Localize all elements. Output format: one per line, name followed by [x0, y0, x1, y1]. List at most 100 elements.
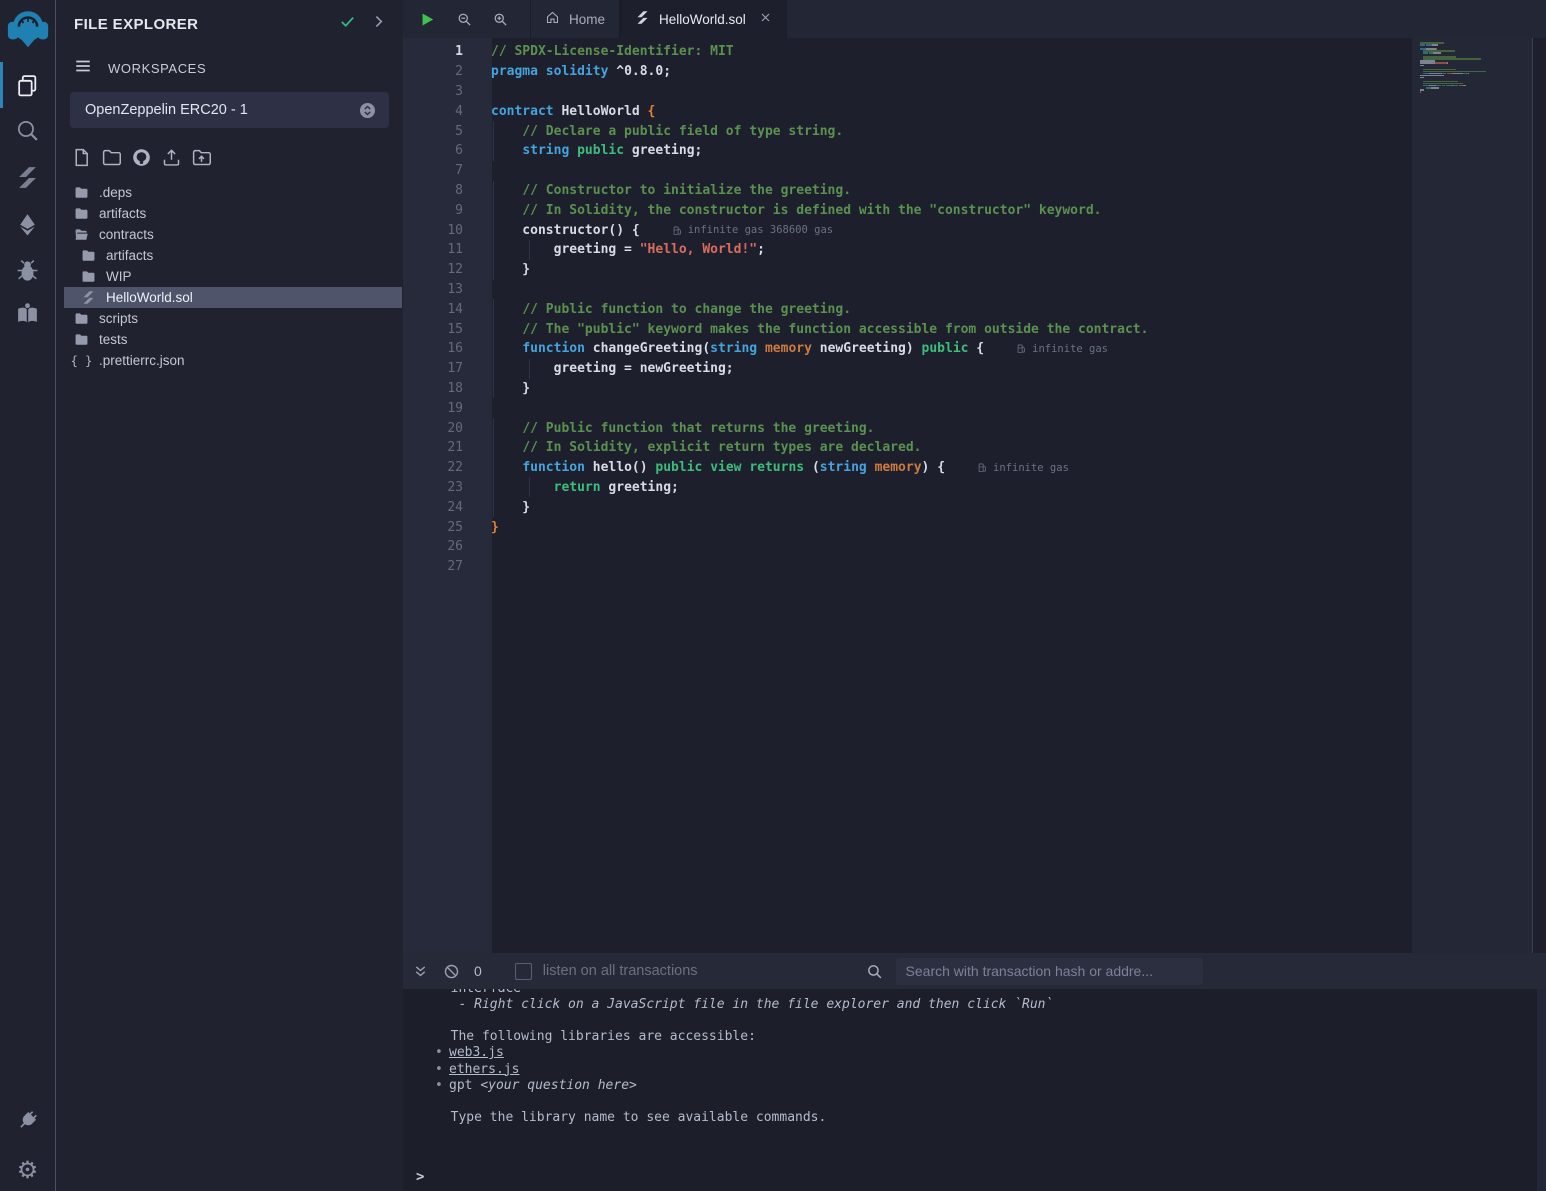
code-line: 3 [403, 82, 1412, 102]
terminal-line [435, 1012, 1546, 1028]
terminal-line: Type the library name to see available c… [435, 1110, 1546, 1126]
remix-ide-window: ⚙ FILE EXPLORER WORKSPACES OpenZeppelin … [0, 0, 1546, 1191]
transaction-count-badge: 0 [474, 963, 482, 979]
workspaces-label: WORKSPACES [108, 61, 206, 76]
tree-item-helloworld-sol[interactable]: HelloWorld.sol [64, 287, 402, 308]
upload-folder-icon[interactable] [191, 147, 212, 173]
close-tab-icon[interactable] [759, 11, 772, 27]
github-icon[interactable] [131, 147, 152, 173]
activity-item-learneth[interactable] [0, 293, 55, 333]
code-line: 16 function changeGreeting(string memory… [403, 339, 1412, 359]
tab-bar: Home HelloWorld.sol [403, 0, 1546, 38]
code-line: 15 // The "public" keyword makes the fun… [403, 319, 1412, 339]
terminal-line: •web3.js [435, 1045, 1546, 1061]
terminal-toolbar: 0 listen on all transactions [403, 953, 1546, 989]
code-line: 27 [403, 557, 1412, 577]
terminal-link-ethers-js[interactable]: ethers.js [449, 1062, 519, 1077]
terminal-line: •gpt <your question here> [435, 1077, 1546, 1093]
terminal-line: - Right click on a JavaScript file in th… [435, 996, 1546, 1012]
code-line: 9 // In Solidity, the constructor is def… [403, 200, 1412, 220]
listen-transactions-label: listen on all transactions [543, 963, 698, 979]
code-line: 5 // Declare a public field of type stri… [403, 121, 1412, 141]
code-line: 19 [403, 398, 1412, 418]
workspace-dropdown[interactable]: OpenZeppelin ERC20 - 1 [70, 92, 389, 128]
code-lines: 1// SPDX-License-Identifier: MIT2pragma … [403, 42, 1412, 577]
folder-icon [80, 248, 97, 263]
tree-item-contracts[interactable]: contracts [64, 224, 402, 245]
activity-item-plugin-manager[interactable] [0, 1100, 55, 1140]
remix-logo[interactable] [7, 7, 49, 53]
terminal-prompt[interactable]: > [416, 1169, 424, 1185]
folder-icon [73, 185, 90, 200]
activity-item-debugger[interactable] [0, 250, 55, 290]
terminal-line: The following libraries are accessible: [435, 1029, 1546, 1045]
minimap[interactable] [1420, 42, 1486, 97]
tree-item-artifacts[interactable]: artifacts [64, 245, 402, 266]
folder-icon [73, 332, 90, 347]
file-explorer-panel: FILE EXPLORER WORKSPACES OpenZeppelin ER… [56, 0, 403, 1191]
activity-bar: ⚙ [0, 0, 56, 1191]
code-line: 17 greeting = newGreeting; [403, 359, 1412, 379]
code-line: 10 constructor() {infinite gas 368600 ga… [403, 220, 1412, 240]
terminal-line: interface [435, 989, 1546, 996]
gas-estimate-badge: infinite gas 368600 gas [672, 224, 833, 236]
tabs: Home HelloWorld.sol [530, 0, 787, 38]
run-script-button[interactable] [419, 11, 436, 28]
expand-terminal-icon[interactable] [412, 963, 429, 980]
tab-helloworld-sol[interactable]: HelloWorld.sol [620, 0, 787, 38]
tree-item--prettierrc-json[interactable]: { }.prettierrc.json [64, 350, 402, 371]
solidity-file-icon [635, 10, 650, 28]
terminal-scrollbar[interactable] [1537, 989, 1546, 1191]
tree-item-artifacts[interactable]: artifacts [64, 203, 402, 224]
code-line: 12 } [403, 260, 1412, 280]
zoom-out-icon[interactable] [457, 12, 472, 27]
code-line: 22 function hello() public view returns … [403, 458, 1412, 478]
new-file-icon[interactable] [71, 147, 92, 173]
activity-item-search[interactable] [0, 110, 55, 150]
file-tree: .deps artifacts contracts artifacts WIP … [56, 182, 403, 371]
activity-item-solidity-compiler[interactable] [0, 157, 55, 197]
workspace-name: OpenZeppelin ERC20 - 1 [85, 102, 358, 118]
zoom-in-icon[interactable] [493, 12, 508, 27]
workspace-sort-icon [358, 101, 377, 120]
code-line: 13 [403, 280, 1412, 300]
code-line: 4contract HelloWorld { [403, 101, 1412, 121]
tree-item-wip[interactable]: WIP [64, 266, 402, 287]
activity-item-file-explorer[interactable] [0, 65, 55, 105]
explorer-toolbar [56, 128, 403, 173]
terminal-line [435, 1093, 1546, 1109]
folder-open-icon [73, 227, 90, 242]
upload-file-icon[interactable] [161, 147, 182, 173]
activity-item-deploy-run[interactable] [0, 204, 55, 244]
terminal-search-icon [866, 963, 883, 980]
folder-icon [80, 269, 97, 284]
tree-item-tests[interactable]: tests [64, 329, 402, 350]
new-folder-icon[interactable] [101, 147, 122, 173]
code-line: 20 // Public function that returns the g… [403, 418, 1412, 438]
minimap-column[interactable] [1412, 38, 1533, 953]
code-line: 8 // Constructor to initialize the greet… [403, 181, 1412, 201]
terminal-search-input[interactable] [896, 958, 1203, 985]
code-editor[interactable]: 1// SPDX-License-Identifier: MIT2pragma … [403, 38, 1546, 953]
home-icon [545, 10, 560, 28]
code-line: 1// SPDX-License-Identifier: MIT [403, 42, 1412, 62]
check-icon[interactable] [339, 13, 356, 35]
chevron-right-icon[interactable] [370, 13, 387, 35]
code-line: 11 greeting = "Hello, World!"; [403, 240, 1412, 260]
braces-icon: { } [73, 354, 90, 368]
code-line: 25} [403, 517, 1412, 537]
solidity-file-icon [80, 290, 97, 305]
tree-item-scripts[interactable]: scripts [64, 308, 402, 329]
hamburger-menu-icon[interactable] [74, 57, 92, 80]
tab-home[interactable]: Home [530, 0, 620, 38]
code-line: 2pragma solidity ^0.8.0; [403, 62, 1412, 82]
code-line: 7 [403, 161, 1412, 181]
listen-transactions-checkbox[interactable] [515, 963, 532, 980]
tree-item--deps[interactable]: .deps [64, 182, 402, 203]
clear-console-icon[interactable] [443, 963, 460, 980]
activity-item-settings[interactable]: ⚙ [0, 1150, 55, 1190]
terminal-line: •ethers.js [435, 1061, 1546, 1077]
gas-estimate-badge: infinite gas [1016, 343, 1108, 355]
terminal-output[interactable]: interface - Right click on a JavaScript … [403, 989, 1546, 1191]
terminal-link-web3-js[interactable]: web3.js [449, 1045, 504, 1060]
